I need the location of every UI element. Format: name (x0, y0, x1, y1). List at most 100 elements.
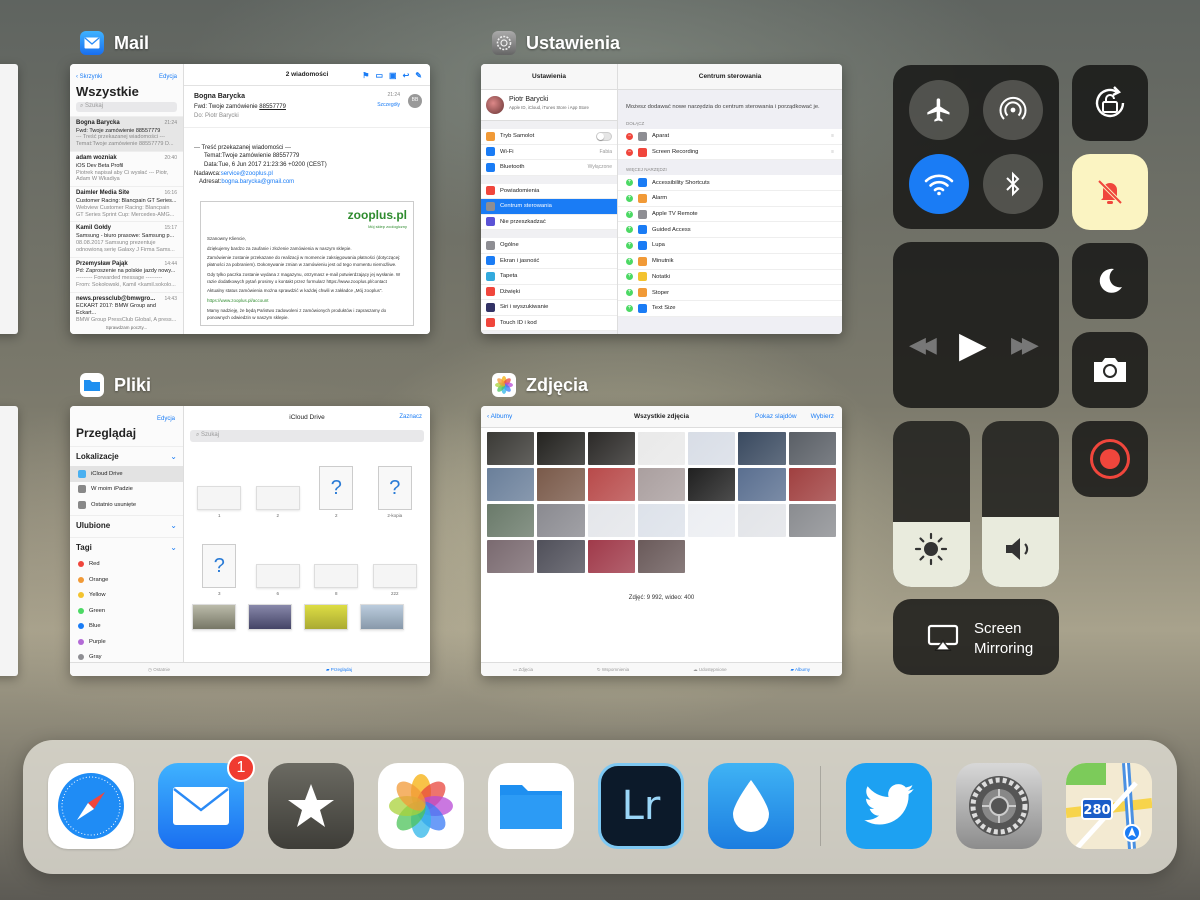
photo-thumbnail[interactable] (738, 468, 786, 501)
tab-recent[interactable]: ◷ Ostatnie (148, 667, 170, 673)
tag-item[interactable]: Blue (70, 619, 183, 635)
brightness-slider[interactable] (893, 421, 970, 587)
files-icon[interactable] (488, 763, 574, 849)
folder-icon[interactable]: ▭ (375, 71, 383, 80)
control-row-text-size[interactable]: + Text Size (618, 300, 842, 317)
lightroom-icon[interactable]: Lr (598, 763, 684, 849)
control-row-notatki[interactable]: + Notatki (618, 269, 842, 286)
file-item[interactable]: 6 (249, 528, 308, 596)
files-search-input[interactable]: ⌕ Szukaj (190, 430, 424, 442)
tag-item[interactable]: Yellow (70, 588, 183, 604)
file-item[interactable]: 222 (366, 528, 425, 596)
add-icon[interactable]: + (626, 273, 633, 281)
photo-thumbnail[interactable] (587, 540, 635, 573)
photo-thumbnail[interactable] (738, 432, 786, 465)
play-icon[interactable]: ▶ (959, 324, 987, 366)
mail-app-card[interactable]: ‹ Skrzynki Edycja Wszystkie ⌕ Szukaj Bog… (70, 64, 430, 334)
tag-item[interactable]: Orange (70, 572, 183, 588)
photo-thumbnail[interactable] (788, 468, 836, 501)
photo-thumbnail[interactable] (537, 504, 585, 537)
file-item[interactable]: 1 (190, 450, 249, 518)
tags-section[interactable]: Tagi ⌄ (70, 536, 183, 557)
settings-row-tapeta[interactable]: Tapeta (481, 269, 617, 285)
photo-thumbnail[interactable] (738, 504, 786, 537)
settings-row-powiadomienia[interactable]: Powiadomienia (481, 183, 617, 199)
settings-row-og-lne[interactable]: Ogólne (481, 238, 617, 254)
photo-thumbnail[interactable] (637, 432, 686, 465)
settings-row-tryb-samolot[interactable]: Tryb Samolot (481, 129, 617, 145)
albums-back-button[interactable]: ‹ Albumy (487, 413, 512, 420)
archive-icon[interactable]: ▣ (389, 71, 397, 80)
apple-id-profile[interactable]: Piotr Barycki Apple ID, iCloud, iTunes S… (481, 90, 617, 121)
photo-thumbnail[interactable] (688, 432, 736, 465)
settings-row-bluetooth[interactable]: Bluetooth Wyłączone (481, 160, 617, 176)
reply-icon[interactable]: ↩ (403, 71, 410, 80)
control-row-minutnik[interactable]: + Minutnik (618, 253, 842, 270)
tab-browse[interactable]: ▰ Przeglądaj (326, 667, 352, 673)
photo-thumbnail[interactable] (587, 468, 635, 501)
tag-item[interactable]: Purple (70, 634, 183, 650)
photo-thumbnail[interactable] (487, 468, 535, 501)
photo-thumbnail[interactable] (487, 540, 535, 573)
settings-row-siri-i-wyszukiwanie[interactable]: Siri i wyszukiwanie (481, 300, 617, 316)
settings-row-ekran-i-jasno-[interactable]: Ekran i jasność (481, 253, 617, 269)
files-app-card[interactable]: Edycja Przeglądaj Lokalizacje ⌄ iCloud Dr… (70, 406, 430, 676)
volume-slider[interactable] (982, 421, 1059, 587)
compose-icon[interactable]: ✎ (415, 71, 422, 80)
partial-app-card-left-bottom[interactable] (0, 406, 18, 676)
add-icon[interactable]: + (626, 241, 633, 249)
control-row-lupa[interactable]: + Lupa (618, 238, 842, 254)
tag-item[interactable]: Green (70, 603, 183, 619)
add-icon[interactable]: + (626, 304, 633, 312)
fast-forward-icon[interactable]: ▶▶ (1011, 332, 1039, 358)
settings-row-touch-id-i-kod[interactable]: Touch ID i kod (481, 315, 617, 331)
screen-mirroring-button[interactable]: Screen Mirroring (893, 599, 1059, 675)
mail-list-item[interactable]: Przemysław Pająk 14:44 Pd: Zaproszenie na … (70, 256, 183, 292)
locations-section[interactable]: Lokalizacje ⌄ (70, 446, 183, 466)
remove-icon[interactable]: − (626, 132, 633, 140)
settings-row-nie-przeszkadza-[interactable]: Nie przeszkadzać (481, 214, 617, 230)
photo-thumbnail[interactable] (788, 432, 836, 465)
photos-select-button[interactable]: Wybierz (811, 413, 834, 420)
photo-thumbnail[interactable] (587, 432, 635, 465)
mute-toggle[interactable] (1072, 154, 1148, 230)
photo-thumbnail[interactable] (487, 432, 535, 465)
photo-thumbnail[interactable] (637, 468, 686, 501)
add-icon[interactable]: + (626, 257, 633, 265)
forward-sender-link[interactable]: service@zooplus.pl (221, 171, 273, 177)
mail-list-item[interactable]: Kamil Gołdy 15:17 Samsung - biuro prasowe:… (70, 221, 183, 256)
airplane-mode-toggle[interactable] (909, 80, 969, 140)
photo-thumbnail[interactable] (688, 468, 736, 501)
drop-icon[interactable] (708, 763, 794, 849)
add-icon[interactable]: + (626, 179, 633, 187)
add-icon[interactable]: + (626, 226, 633, 234)
photos-icon[interactable] (378, 763, 464, 849)
photo-thumbnail[interactable] (537, 468, 585, 501)
camera-button[interactable] (1072, 332, 1148, 408)
control-row-aparat[interactable]: − Aparat ≡ (618, 129, 842, 145)
tab-albums[interactable]: ▰ Albumy (791, 667, 810, 673)
photo-thumbnail[interactable] (587, 504, 635, 537)
control-row-screen-recording[interactable]: − Screen Recording ≡ (618, 144, 842, 161)
slideshow-button[interactable]: Pokaz slajdów (755, 413, 797, 420)
file-item[interactable]: 8 (307, 528, 366, 596)
mail-edit-button[interactable]: Edycja (159, 74, 177, 80)
mail-list-item[interactable]: Daimler Media Site 16:16 Customer Racing: … (70, 186, 183, 221)
bluetooth-toggle[interactable] (983, 154, 1043, 214)
control-row-accessibility-shortcuts[interactable]: + Accessibility Shortcuts (618, 175, 842, 192)
do-not-disturb-toggle[interactable] (1072, 243, 1148, 319)
tab-shared[interactable]: ☁ Udostępnione (693, 667, 727, 673)
photos-app-card[interactable]: ‹ Albumy Wszystkie zdjęcia Pokaz slajdów… (481, 406, 842, 676)
tag-item[interactable]: Red (70, 557, 183, 573)
photo-thumbnail[interactable] (537, 540, 585, 573)
control-row-apple-tv-remote[interactable]: + Apple TV Remote (618, 206, 842, 223)
embed-link[interactable]: https://www.zooplus.pl/account (207, 298, 407, 305)
rotation-lock-toggle[interactable] (1072, 65, 1148, 141)
reeder-icon[interactable] (268, 763, 354, 849)
forward-address-link[interactable]: bogna.barycka@gmail.com (221, 179, 294, 185)
add-icon[interactable]: + (626, 210, 633, 218)
airdrop-toggle[interactable] (983, 80, 1043, 140)
favorites-section[interactable]: Ulubione ⌄ (70, 514, 183, 535)
control-row-stoper[interactable]: + Stoper (618, 285, 842, 301)
file-item[interactable]: ? 2 (307, 450, 366, 518)
